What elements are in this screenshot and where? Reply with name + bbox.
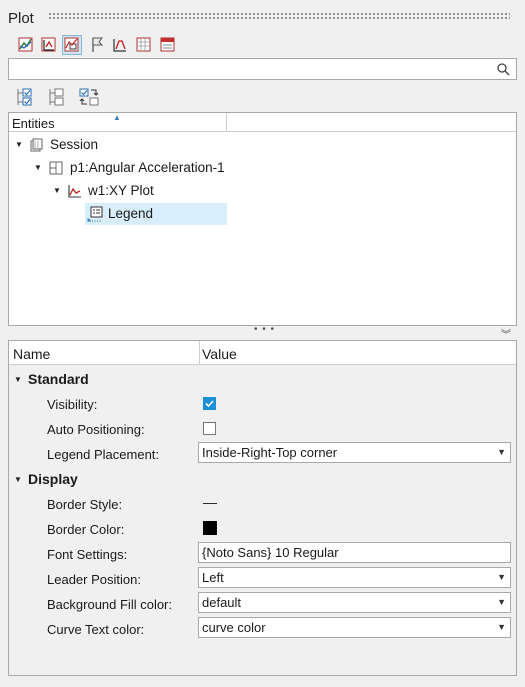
plot-toolbar-button-5[interactable] [110, 35, 130, 55]
reverse-selection-button[interactable] [78, 86, 100, 108]
font-settings-value: {Noto Sans} 10 Regular [202, 545, 339, 560]
expand-caret-icon[interactable]: ▼ [15, 140, 23, 149]
header-icon [160, 37, 175, 52]
swap-selection-icon [79, 88, 99, 106]
background-fill-dropdown[interactable]: default ▼ [198, 592, 511, 613]
search-icon[interactable] [496, 62, 510, 76]
background-fill-value: default [202, 595, 242, 610]
panel-splitter[interactable]: • • • [254, 324, 275, 335]
auto-positioning-checkbox[interactable] [203, 422, 216, 435]
tree-node-label: w1:XY Plot [88, 183, 154, 198]
plot-toolbar-button-2[interactable] [39, 35, 59, 55]
column-separator[interactable] [199, 341, 200, 365]
select-all-button[interactable] [14, 86, 36, 108]
entities-column-label: Entities [12, 116, 55, 131]
legend-icon [87, 206, 103, 222]
expand-caret-icon[interactable]: ▼ [53, 186, 61, 195]
plot-toolbar-button-7[interactable] [158, 35, 178, 55]
font-settings-field[interactable]: {Noto Sans} 10 Regular [198, 542, 511, 563]
legend-toolbar-icon [64, 37, 79, 52]
session-icon [30, 138, 43, 152]
background-fill-label: Background Fill color: [47, 597, 172, 612]
panel-title: Plot [8, 10, 34, 27]
chevron-down-icon: ▼ [497, 622, 506, 632]
entity-tree-panel: Entities ▲ ▼ Session ▼ p1:Angular Accele… [8, 112, 517, 326]
tree-node-label: Legend [108, 206, 154, 221]
datum-icon [113, 39, 126, 52]
checked-tree-icon [17, 88, 32, 106]
border-style-label: Border Style: [47, 497, 123, 512]
legend-placement-dropdown[interactable]: Inside-Right-Top corner ▼ [198, 442, 511, 463]
visibility-label: Visibility: [47, 397, 98, 412]
legend-placement-label: Legend Placement: [47, 447, 160, 462]
legend-placement-value: Inside-Right-Top corner [202, 445, 338, 460]
unchecked-tree-icon [49, 88, 64, 106]
expand-caret-icon[interactable]: ▼ [34, 163, 42, 172]
plot-toolbar-button-3[interactable] [62, 35, 82, 55]
properties-header: Name Value [9, 341, 516, 365]
xy-plot-icon [68, 185, 81, 198]
properties-panel: Name Value ▼ Standard Visibility: Auto P… [8, 340, 517, 676]
checkmark-icon [205, 400, 214, 408]
leader-position-label: Leader Position: [47, 572, 141, 587]
curve-text-color-dropdown[interactable]: curve color ▼ [198, 617, 511, 638]
tree-node-label: p1:Angular Acceleration-1 [70, 160, 225, 175]
chevron-down-icon: ▼ [497, 447, 506, 457]
font-settings-label: Font Settings: [47, 547, 128, 562]
tree-node-page[interactable]: ▼ p1:Angular Acceleration-1 [9, 157, 227, 179]
plot-toolbar-button-6[interactable] [134, 35, 154, 55]
panel-titlebar: Plot [0, 0, 525, 34]
search-box [8, 58, 517, 80]
border-color-label: Border Color: [47, 522, 125, 537]
tree-node-session[interactable]: ▼ Session [9, 134, 227, 156]
tree-node-label: Session [50, 137, 99, 152]
section-collapse-icon[interactable]: ▼ [14, 375, 22, 384]
grid-icon [136, 37, 151, 52]
section-standard[interactable]: Standard [28, 371, 89, 387]
axes-icon [41, 37, 56, 52]
curve-text-color-label: Curve Text color: [47, 622, 145, 637]
auto-positioning-label: Auto Positioning: [47, 422, 145, 437]
page-icon [49, 161, 63, 175]
section-display[interactable]: Display [28, 471, 78, 487]
deselect-all-button[interactable] [46, 86, 68, 108]
border-color-swatch[interactable] [203, 521, 217, 535]
plot-toolbar-button-1[interactable] [16, 35, 36, 55]
note-flag-icon [92, 37, 104, 52]
section-collapse-icon[interactable]: ▼ [14, 475, 22, 484]
search-input[interactable] [9, 59, 489, 79]
sort-ascending-icon: ▲ [113, 113, 121, 122]
tree-node-legend[interactable]: Legend [85, 203, 227, 225]
entities-column-header[interactable]: Entities ▲ [9, 113, 227, 132]
chevron-down-icon: ▼ [497, 597, 506, 607]
tree-node-xy-plot[interactable]: ▼ w1:XY Plot [9, 180, 227, 202]
drag-grip[interactable] [48, 12, 510, 20]
border-style-value[interactable]: — [203, 494, 217, 510]
leader-position-dropdown[interactable]: Left ▼ [198, 567, 511, 588]
tree-header: Entities ▲ [9, 113, 516, 132]
curve-text-color-value: curve color [202, 620, 266, 635]
collapse-chevron-icon[interactable]: ︾ [501, 326, 511, 341]
leader-position-value: Left [202, 570, 224, 585]
chevron-down-icon: ▼ [497, 572, 506, 582]
curves-icon [18, 37, 33, 52]
name-column-header[interactable]: Name [13, 346, 50, 362]
plot-toolbar-button-4[interactable] [87, 35, 107, 55]
value-column-header[interactable]: Value [202, 346, 237, 362]
visibility-checkbox[interactable] [203, 397, 216, 410]
